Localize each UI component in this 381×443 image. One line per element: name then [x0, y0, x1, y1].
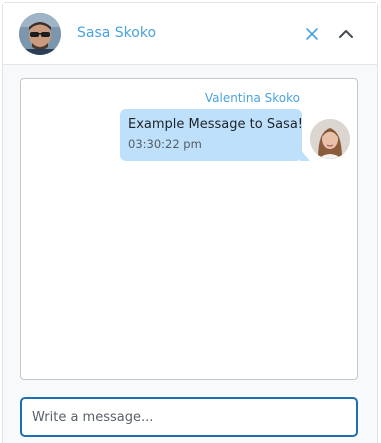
- close-icon[interactable]: [303, 25, 321, 43]
- chat-window: Sasa Skoko Valentina Skoko Example Messa…: [2, 2, 378, 443]
- message-timestamp: 03:30:22 pm: [128, 137, 202, 151]
- contact-avatar: [19, 13, 61, 55]
- chevron-up-icon[interactable]: [337, 25, 355, 43]
- message-bubble: Example Message to Sasa! 03:30:22 pm: [120, 109, 310, 161]
- message-text: Example Message to Sasa!: [128, 117, 303, 132]
- user-photo-icon: [310, 119, 350, 159]
- messages-panel[interactable]: Valentina Skoko Example Message to Sasa!…: [20, 78, 358, 380]
- user-photo-icon: [19, 13, 61, 55]
- message-sender-name: Valentina Skoko: [204, 91, 300, 105]
- message-input-container: [20, 397, 358, 437]
- contact-name[interactable]: Sasa Skoko: [77, 25, 156, 41]
- message-input[interactable]: [22, 399, 356, 435]
- chat-header: Sasa Skoko: [3, 3, 377, 65]
- sender-avatar: [310, 119, 350, 159]
